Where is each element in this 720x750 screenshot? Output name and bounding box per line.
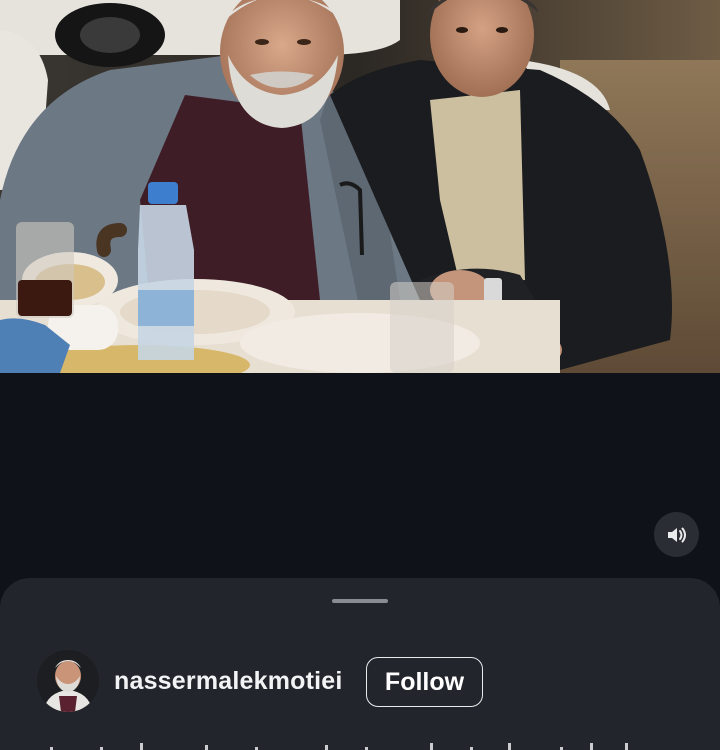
post-photo[interactable] — [0, 0, 720, 373]
caption-text-cutoff — [50, 743, 628, 750]
post-viewer: nassermalekmotiei Follow — [0, 0, 720, 750]
profile-photo-icon — [37, 650, 99, 712]
post-details-sheet: nassermalekmotiei Follow — [0, 578, 720, 750]
speaker-icon — [667, 527, 686, 542]
sheet-drag-handle[interactable] — [332, 599, 388, 603]
follow-button[interactable]: Follow — [366, 657, 483, 707]
sound-toggle-button[interactable] — [654, 512, 699, 557]
author-avatar[interactable] — [37, 650, 99, 712]
author-username[interactable]: nassermalekmotiei — [114, 667, 343, 696]
